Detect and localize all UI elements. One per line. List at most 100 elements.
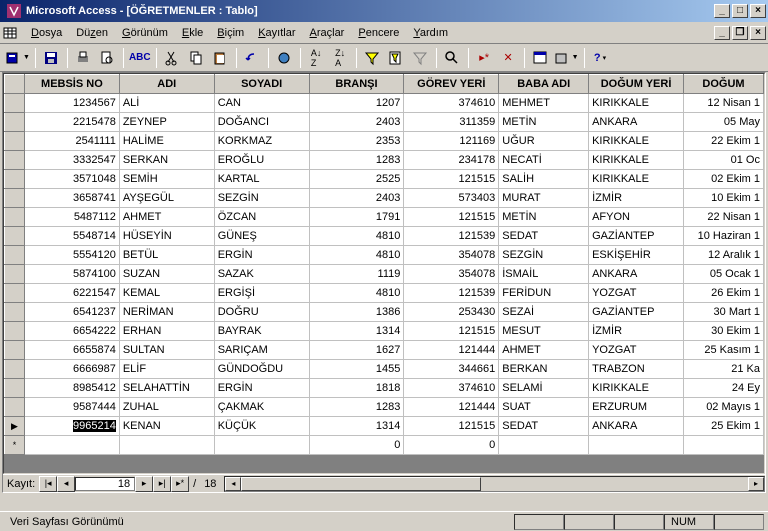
cell[interactable]: 6541237	[24, 303, 119, 322]
cell[interactable]: SELAHATTİN	[119, 379, 214, 398]
cell[interactable]: SUZAN	[119, 265, 214, 284]
cell[interactable]	[499, 436, 589, 455]
cell[interactable]: SULTAN	[119, 341, 214, 360]
row-selector[interactable]	[5, 322, 25, 341]
row-selector[interactable]	[5, 151, 25, 170]
cell[interactable]: 1791	[309, 208, 404, 227]
cell[interactable]: 121169	[404, 132, 499, 151]
cell[interactable]: İZMİR	[589, 189, 684, 208]
row-selector[interactable]	[5, 360, 25, 379]
cell[interactable]: 24 Ey	[684, 379, 764, 398]
row-selector[interactable]	[5, 398, 25, 417]
hscroll-left-button[interactable]: ◂	[225, 477, 241, 491]
column-header[interactable]: SOYADI	[214, 75, 309, 94]
hyperlink-button[interactable]	[273, 47, 296, 69]
cell[interactable]	[214, 436, 309, 455]
cell[interactable]: 5554120	[24, 246, 119, 265]
cell[interactable]: 2353	[309, 132, 404, 151]
cell[interactable]: SERKAN	[119, 151, 214, 170]
cell[interactable]: KARTAL	[214, 170, 309, 189]
cell[interactable]: 1314	[309, 322, 404, 341]
row-selector[interactable]	[5, 341, 25, 360]
row-selector[interactable]	[5, 113, 25, 132]
filter-selection-button[interactable]	[361, 47, 384, 69]
paste-button[interactable]	[209, 47, 232, 69]
cell[interactable]: 1234567	[24, 94, 119, 113]
cell[interactable]: YOZGAT	[589, 284, 684, 303]
cell[interactable]: METİN	[499, 113, 589, 132]
cell[interactable]: ANKARA	[589, 265, 684, 284]
cell[interactable]	[589, 436, 684, 455]
row-selector[interactable]	[5, 170, 25, 189]
delete-record-button[interactable]: ✕	[497, 47, 520, 69]
table-row[interactable]: ▶9965214KENANKÜÇÜK1314121515SEDATANKARA2…	[5, 417, 764, 436]
row-selector[interactable]	[5, 284, 25, 303]
cell[interactable]	[119, 436, 214, 455]
row-selector[interactable]	[5, 132, 25, 151]
cell[interactable]: 5548714	[24, 227, 119, 246]
cell[interactable]: SEDAT	[499, 227, 589, 246]
sort-desc-button[interactable]: Z↓A	[329, 47, 352, 69]
row-selector[interactable]	[5, 379, 25, 398]
cell[interactable]: 3571048	[24, 170, 119, 189]
cell[interactable]: 234178	[404, 151, 499, 170]
cell[interactable]: SELAMİ	[499, 379, 589, 398]
cell[interactable]: 02 Mayıs 1	[684, 398, 764, 417]
horizontal-scrollbar[interactable]: ◂ ▸	[224, 476, 765, 492]
cell[interactable]: 1818	[309, 379, 404, 398]
cell[interactable]: DOĞANCI	[214, 113, 309, 132]
nav-new-button[interactable]: ▸*	[171, 476, 189, 492]
cell[interactable]: FERİDUN	[499, 284, 589, 303]
table-icon[interactable]	[2, 25, 18, 41]
cell[interactable]: SEZGİN	[499, 246, 589, 265]
row-selector[interactable]	[5, 246, 25, 265]
cell[interactable]: KIRIKKALE	[589, 151, 684, 170]
cell[interactable]: 21 Ka	[684, 360, 764, 379]
cell[interactable]: ANKARA	[589, 417, 684, 436]
menu-kayitlar[interactable]: Kayıtlar	[251, 25, 302, 41]
cell[interactable]: METİN	[499, 208, 589, 227]
doc-restore-button[interactable]: ❐	[732, 26, 748, 40]
cell[interactable]: MEHMET	[499, 94, 589, 113]
cell[interactable]: ERZURUM	[589, 398, 684, 417]
nav-last-button[interactable]: ▸|	[153, 476, 171, 492]
table-row[interactable]: 9587444ZUHALÇAKMAK1283121444SUATERZURUM0…	[5, 398, 764, 417]
cell[interactable]: BAYRAK	[214, 322, 309, 341]
cell[interactable]: SARIÇAM	[214, 341, 309, 360]
cell[interactable]: 344661	[404, 360, 499, 379]
cell[interactable]: 1119	[309, 265, 404, 284]
filter-form-button[interactable]	[385, 47, 408, 69]
new-object-button[interactable]: ▼	[553, 47, 580, 69]
cell[interactable]: 1627	[309, 341, 404, 360]
cell[interactable]: 6221547	[24, 284, 119, 303]
menu-pencere[interactable]: Pencere	[351, 25, 406, 41]
table-row[interactable]: 2215478ZEYNEPDOĞANCI2403311359METİNANKAR…	[5, 113, 764, 132]
table-row[interactable]: 6654222ERHANBAYRAK1314121515MESUTİZMİR30…	[5, 322, 764, 341]
cell[interactable]: HÜSEYİN	[119, 227, 214, 246]
cell[interactable]: İSMAİL	[499, 265, 589, 284]
row-selector[interactable]	[5, 189, 25, 208]
preview-button[interactable]	[96, 47, 119, 69]
table-row[interactable]: 5874100SUZANSAZAK1119354078İSMAİLANKARA0…	[5, 265, 764, 284]
column-header[interactable]: DOĞUM YERİ	[589, 75, 684, 94]
table-row[interactable]: 5548714HÜSEYİNGÜNEŞ4810121539SEDATGAZİAN…	[5, 227, 764, 246]
cell[interactable]: ELİF	[119, 360, 214, 379]
cell[interactable]: 4810	[309, 284, 404, 303]
doc-minimize-button[interactable]: _	[714, 26, 730, 40]
cell[interactable]: 374610	[404, 94, 499, 113]
find-button[interactable]	[441, 47, 464, 69]
cell[interactable]: 05 Ocak 1	[684, 265, 764, 284]
cell[interactable]: 4810	[309, 246, 404, 265]
menu-ekle[interactable]: Ekle	[175, 25, 210, 41]
cell[interactable]: KORKMAZ	[214, 132, 309, 151]
cell[interactable]: ERGİN	[214, 379, 309, 398]
cell[interactable]: 253430	[404, 303, 499, 322]
cell[interactable]: 2403	[309, 189, 404, 208]
cell[interactable]: AHMET	[119, 208, 214, 227]
menu-yardim[interactable]: Yardım	[406, 25, 455, 41]
cell[interactable]: CAN	[214, 94, 309, 113]
cell[interactable]: 374610	[404, 379, 499, 398]
cell[interactable]: ZUHAL	[119, 398, 214, 417]
cell[interactable]: 311359	[404, 113, 499, 132]
cell[interactable]: 121444	[404, 341, 499, 360]
